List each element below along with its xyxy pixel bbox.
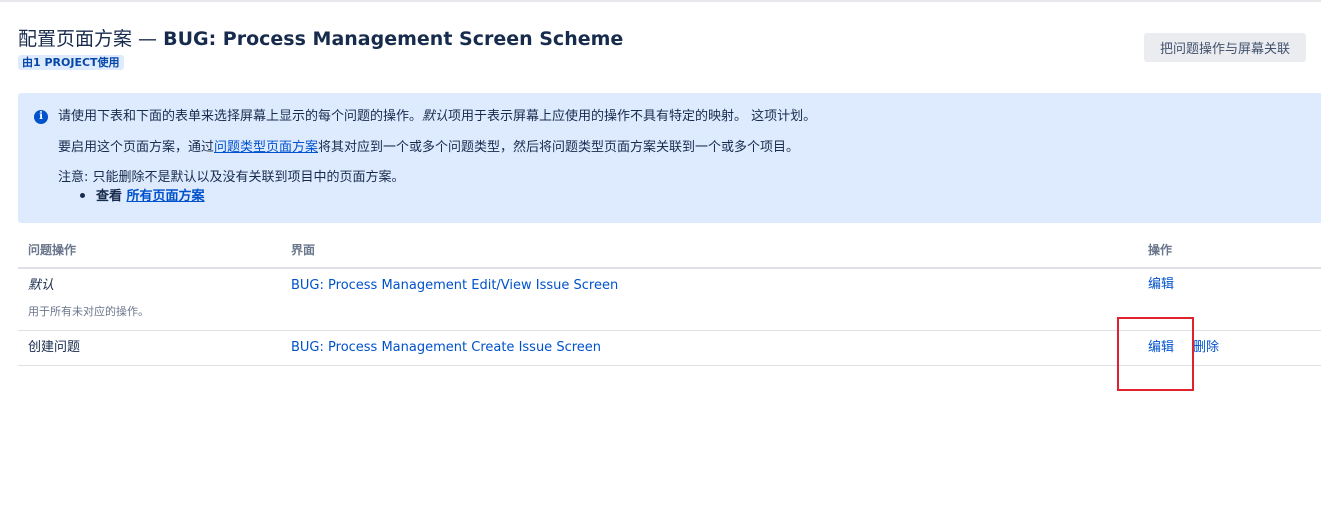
bullet-dot: [80, 192, 85, 198]
project-usage-badge[interactable]: 由1 PROJECT使用: [18, 55, 124, 70]
info-line-1-default-emphasis: 默认: [422, 109, 449, 124]
page-title-prefix: 配置页面方案 —: [18, 28, 158, 50]
row-create-issue-screen-link[interactable]: BUG: Process Management Create Issue Scr…: [291, 339, 601, 357]
info-line-2: 要启用这个页面方案，通过问题类型页面方案将其对应到一个或多个问题类型，然后将问题…: [58, 139, 799, 157]
info-line-1: 请使用下表和下面的表单来选择屏幕上显示的每个问题的操作。默认项用于表示屏幕上应使…: [58, 108, 816, 126]
table-row-divider: [18, 365, 1321, 366]
table-row-divider: [18, 330, 1321, 331]
table-header-divider: [18, 267, 1321, 269]
row-default-screen-link[interactable]: BUG: Process Management Edit/View Issue …: [291, 277, 618, 295]
column-header-actions: 操作: [1148, 243, 1173, 257]
page-title-scheme-name: BUG: Process Management Screen Scheme: [163, 28, 624, 50]
column-header-operation: 问题操作: [28, 243, 77, 257]
row-default-operation: 默认: [28, 278, 55, 293]
info-line-2-b: 将其对应到一个或多个问题类型，然后将问题类型页面方案关联到一个或多个项目。: [318, 140, 800, 155]
all-screen-schemes-link[interactable]: 所有页面方案: [127, 189, 205, 204]
screen-scheme-config-page: 配置页面方案 — BUG: Process Management Screen …: [0, 0, 1321, 519]
row-default-edit-link[interactable]: 编辑: [1148, 276, 1174, 294]
top-divider: [0, 0, 1321, 2]
row-default-operation-note: 用于所有未对应的操作。: [28, 305, 149, 318]
row-create-issue-delete-link[interactable]: 删除: [1193, 339, 1219, 357]
info-icon: i: [34, 110, 48, 124]
info-line-1-a: 请使用下表和下面的表单来选择屏幕上显示的每个问题的操作。: [58, 109, 423, 124]
info-line-3: 注意: 只能删除不是默认以及没有关联到项目中的页面方案。: [58, 170, 405, 185]
page-title: 配置页面方案 — BUG: Process Management Screen …: [18, 27, 623, 51]
row-create-issue-operation: 创建问题: [28, 340, 81, 355]
info-line-2-a: 要启用这个页面方案，通过: [58, 140, 215, 155]
bullet-label: 查看: [96, 189, 123, 204]
info-line-1-b: 项用于表示屏幕上应使用的操作不具有特定的映射。 这项计划。: [448, 109, 817, 124]
info-bullet-item: 查看 所有页面方案: [80, 188, 205, 206]
column-header-screen: 界面: [291, 243, 316, 257]
info-message-panel: i 请使用下表和下面的表单来选择屏幕上显示的每个问题的操作。默认项用于表示屏幕上…: [18, 93, 1321, 223]
associate-operation-screen-button[interactable]: 把问题操作与屏幕关联: [1144, 33, 1306, 62]
issue-type-screen-scheme-link[interactable]: 问题类型页面方案: [214, 140, 318, 155]
row-create-issue-edit-link[interactable]: 编辑: [1148, 339, 1174, 357]
